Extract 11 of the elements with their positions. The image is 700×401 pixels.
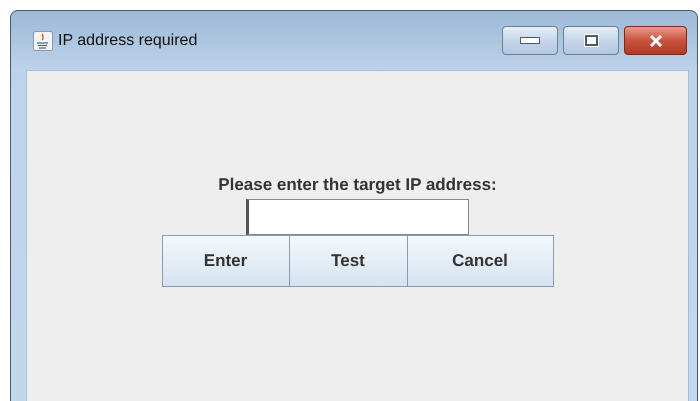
prompt-label: Please enter the target IP address:	[218, 175, 497, 195]
dialog-button[interactable]: Test	[290, 235, 408, 287]
close-icon	[648, 34, 664, 46]
close-button[interactable]	[624, 26, 687, 55]
window-title: IP address required	[58, 32, 198, 50]
app-icon	[33, 30, 53, 50]
maximize-button[interactable]	[563, 26, 619, 55]
dialog-button[interactable]: Cancel	[408, 235, 554, 287]
ip-address-field[interactable]	[246, 199, 469, 235]
dialog-button[interactable]: Enter	[162, 235, 290, 287]
minimize-button[interactable]	[502, 26, 558, 55]
